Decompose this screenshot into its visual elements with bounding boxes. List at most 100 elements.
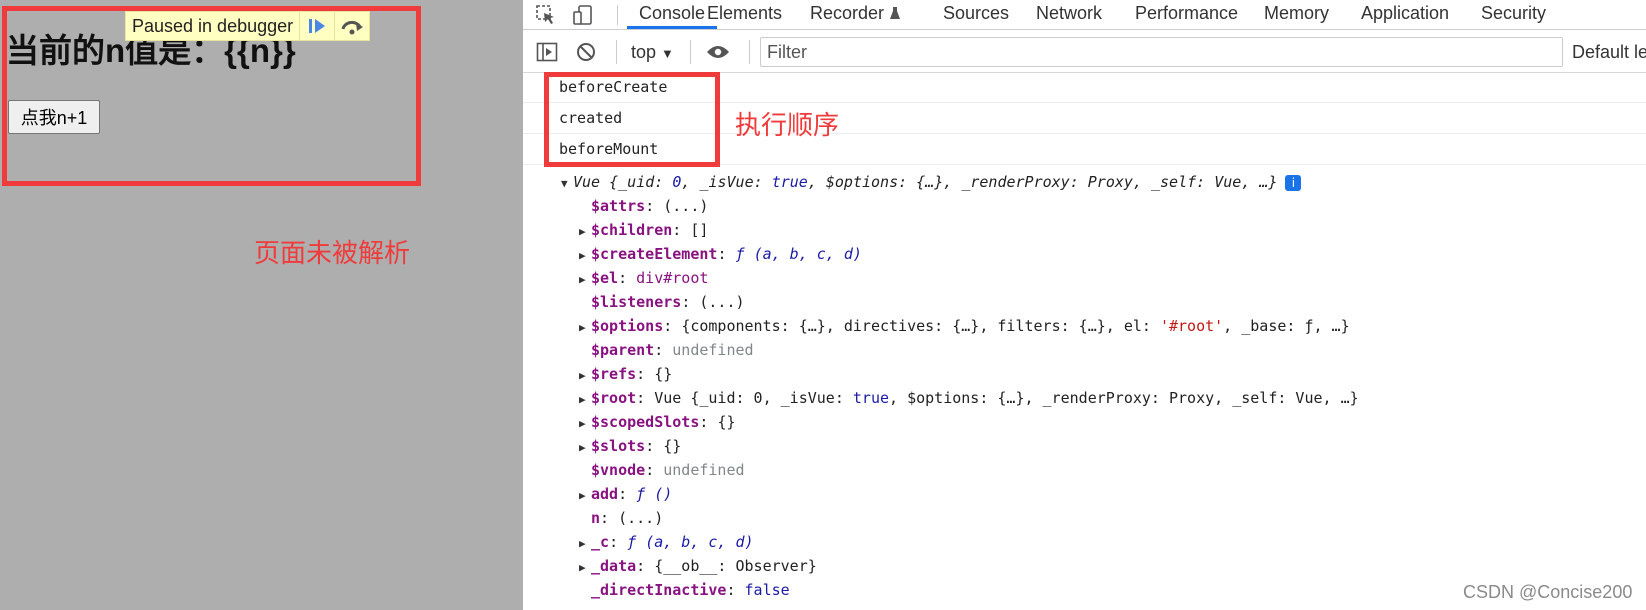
tab-network[interactable]: Network [1036,0,1102,29]
property-value[interactable]: (...) [699,293,744,311]
renderproxy-value: Proxy [1087,173,1133,191]
property-row[interactable]: ▶ $children: [] [579,218,708,242]
property-row: n: (...) [591,509,664,527]
inspect-element-button[interactable] [531,0,561,29]
property-row[interactable]: ▶ $slots: {} [579,434,681,458]
property-value-string: '#root' [1159,317,1224,335]
expand-triangle-icon: ▶ [579,321,586,334]
property-key: $slots [591,437,646,455]
device-icon [573,4,592,25]
property-row: $parent: undefined [591,341,754,359]
property-key: $listeners [591,293,682,311]
expand-triangle-icon: ▶ [579,273,586,286]
devtools-panel: Console Elements Recorder Sources Networ… [523,0,1646,610]
object-class: Vue [573,173,601,191]
property-row: $attrs: (...) [591,197,709,215]
toolbar-separator [617,5,618,25]
property-value: () [654,485,673,503]
inspect-icon [536,4,554,24]
highlight-box-messages [544,72,720,167]
property-value: {components: {…}, directives: {…}, filte… [681,317,1160,335]
property-row: _directInactive: false [591,581,790,599]
toolbar-separator [616,40,617,64]
property-value: undefined [663,461,745,479]
toolbar-separator [749,40,750,64]
property-row[interactable]: ▶ $createElement: ƒ (a, b, c, d) [579,242,862,266]
property-value-tail: , _base: ƒ, …} [1223,317,1350,335]
property-key: $children [591,221,673,239]
device-toolbar-button[interactable] [568,0,598,29]
property-value[interactable]: (...) [663,197,708,215]
property-key: $scopedSlots [591,413,700,431]
property-key: $parent [591,341,655,359]
expand-triangle-icon: ▶ [579,369,586,382]
property-key: $refs [591,365,637,383]
property-key: add [591,485,619,503]
tab-elements[interactable]: Elements [707,0,782,29]
info-icon[interactable]: i [1285,174,1302,191]
property-key: _data [591,557,637,575]
property-row: $vnode: undefined [591,461,745,479]
property-value: undefined [672,341,754,359]
property-row[interactable]: ▶ $root: Vue {_uid: 0, _isVue: true, $opt… [579,386,1359,410]
clear-icon [577,42,595,61]
property-row[interactable]: ▶ _c: ƒ (a, b, c, d) [579,530,754,554]
console-toolbar: top ▼ Default le [523,32,1646,73]
highlight-box-page [2,6,421,186]
sidebar-icon [536,42,558,61]
tab-security[interactable]: Security [1481,0,1546,29]
context-selector[interactable]: top ▼ [631,40,674,64]
property-key: n [591,509,601,527]
page-viewport: 当前的n值是：{{n}} Paused in debugger 点我n+1 页面… [0,0,523,610]
property-value: Vue {_uid: 0, _isVue: [654,389,853,407]
property-value-tail: , $options: {…}, _renderProxy: Proxy, _s… [889,389,1359,407]
annotation-execution-order: 执行顺序 [735,111,840,141]
tab-performance[interactable]: Performance [1135,0,1238,29]
live-expression-button[interactable] [703,37,733,66]
eye-icon [707,45,729,58]
expand-triangle-icon: ▶ [579,489,586,502]
tab-console[interactable]: Console [627,0,718,29]
property-value: [] [690,221,709,239]
property-row[interactable]: ▶ $el: div#root [579,266,708,290]
annotation-page-not-parsed: 页面未被解析 [254,239,411,269]
property-value: {} [663,437,682,455]
tab-memory[interactable]: Memory [1264,0,1329,29]
property-key: $attrs [591,197,646,215]
log-levels-dropdown[interactable]: Default le [1572,40,1646,64]
expand-triangle-icon: ▶ [579,393,586,406]
expand-triangle-icon: ▼ [561,177,568,190]
tab-recorder-label: Recorder [810,3,885,23]
property-value: false [744,581,790,599]
property-value: {} [717,413,736,431]
tab-recorder[interactable]: Recorder [810,0,901,29]
property-row[interactable]: ▶ add: ƒ () [579,482,672,506]
context-value: top [631,42,657,62]
property-row[interactable]: ▶ $refs: {} [579,362,672,386]
property-value: div#root [636,269,709,287]
property-key: $root [591,389,637,407]
property-row[interactable]: ▶ $scopedSlots: {} [579,410,736,434]
property-value-keyword: true [852,389,890,407]
tab-sources[interactable]: Sources [943,0,1009,29]
property-value: {} [654,365,673,383]
property-key: $options [591,317,664,335]
uid-value: 0 [672,173,682,191]
self-value: Vue [1214,173,1242,191]
property-key: $vnode [591,461,646,479]
object-summary-row[interactable]: ▼ Vue {_uid: 0, _isVue: true, $options: {… [561,170,1302,194]
property-key: _directInactive [591,581,727,599]
isvue-value: true [771,173,808,191]
property-key: $el [591,269,619,287]
property-row[interactable]: ▶ _data: {__ob__: Observer} [579,554,817,578]
filter-input[interactable] [760,37,1563,67]
sidebar-toggle-button[interactable] [532,37,562,66]
property-value: (a, b, c, d) [645,533,754,551]
clear-console-button[interactable] [571,37,601,66]
expand-triangle-icon: ▶ [579,249,586,262]
property-row[interactable]: ▶ $options: {components: {…}, directives:… [579,314,1350,338]
tab-application[interactable]: Application [1361,0,1449,29]
devtools-tabbar: Console Elements Recorder Sources Networ… [523,0,1646,30]
property-key: $createElement [591,245,718,263]
property-value[interactable]: (...) [618,509,663,527]
